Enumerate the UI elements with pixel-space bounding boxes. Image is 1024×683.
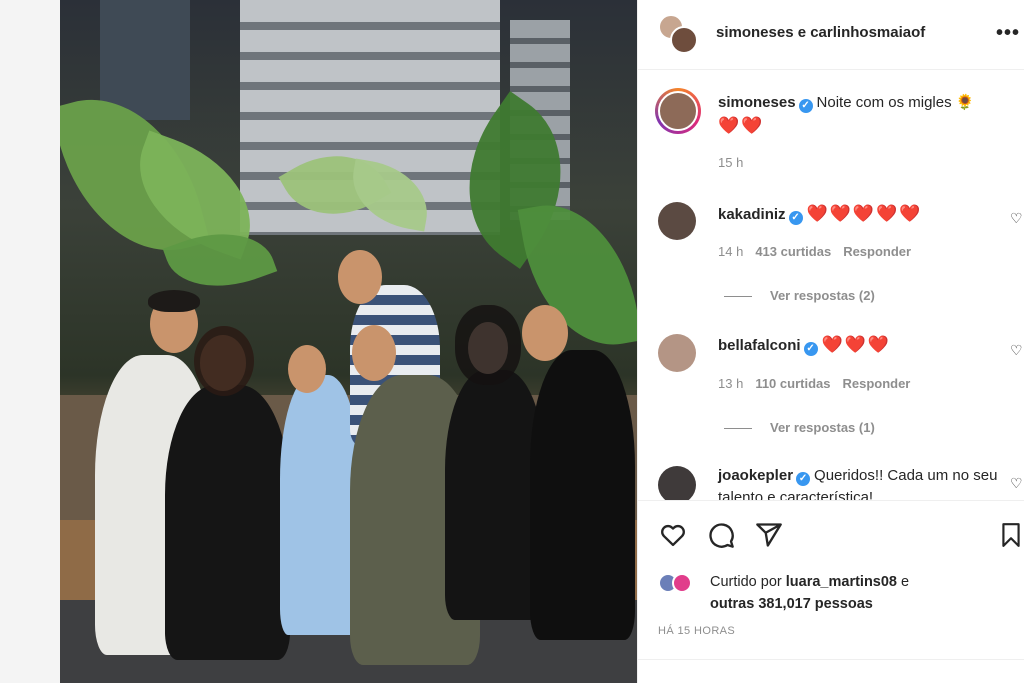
post-authors[interactable]: simoneses e carlinhosmaiaof bbox=[716, 24, 925, 41]
avatar bbox=[670, 26, 698, 54]
comment-text: ❤️❤️❤️ bbox=[821, 335, 892, 354]
comment-avatar[interactable] bbox=[658, 466, 696, 500]
replies-line bbox=[724, 296, 752, 298]
comments-section[interactable]: simoneses ✓ Noite com os migles 🌻 ❤️❤️ 15 … bbox=[638, 70, 1024, 500]
verified-badge-icon: ✓ bbox=[796, 472, 811, 486]
send-icon[interactable] bbox=[754, 521, 784, 549]
bookmark-icon[interactable] bbox=[998, 521, 1024, 549]
post-sidebar: simoneses e carlinhosmaiaof ••• simonese… bbox=[637, 0, 1024, 683]
comment-heart-icon[interactable]: ♡ bbox=[1010, 210, 1023, 227]
comment-text: ❤️❤️❤️❤️❤️ bbox=[806, 204, 923, 223]
comment-likes[interactable]: 110 curtidas bbox=[755, 376, 830, 391]
person-hair bbox=[194, 326, 254, 396]
person-head bbox=[352, 325, 396, 381]
verified-badge-icon: ✓ bbox=[788, 211, 803, 225]
comment-username[interactable]: joaokepler bbox=[718, 467, 793, 484]
comment: bellafalconi ✓ ❤️❤️❤️ bbox=[718, 334, 891, 357]
caption-text: Noite com os migles 🌻 bbox=[816, 94, 975, 111]
building-bg bbox=[100, 0, 190, 120]
person-hair bbox=[455, 305, 521, 385]
instagram-post-view: simoneses e carlinhosmaiaof ••• simonese… bbox=[0, 0, 1024, 683]
more-horizontal-icon[interactable]: ••• bbox=[996, 22, 1020, 45]
comment-likes[interactable]: 413 curtidas bbox=[755, 244, 831, 259]
reply-button[interactable]: Responder bbox=[842, 376, 910, 391]
comment-icon[interactable] bbox=[706, 521, 736, 549]
avatar bbox=[672, 573, 692, 593]
view-replies-button[interactable]: Ver respostas (1) bbox=[724, 420, 875, 435]
reply-button[interactable]: Responder bbox=[843, 244, 911, 259]
person-head bbox=[522, 305, 568, 361]
liked-by-avatars[interactable] bbox=[658, 573, 692, 593]
replies-line bbox=[724, 428, 752, 430]
caption-time: 15 h bbox=[718, 155, 744, 170]
comment-meta: 13 h 110 curtidas Responder bbox=[718, 376, 922, 391]
caption: simoneses ✓ Noite com os migles 🌻 bbox=[718, 92, 974, 114]
comment: kakadiniz ✓ ❤️❤️❤️❤️❤️ bbox=[718, 203, 922, 226]
comment-heart-icon[interactable]: ♡ bbox=[1010, 342, 1023, 359]
person bbox=[530, 350, 635, 640]
comment-meta: 14 h 413 curtidas Responder bbox=[718, 244, 923, 259]
caption-hearts: ❤️❤️ bbox=[718, 116, 765, 135]
liked-by-user[interactable]: luara_martins08 bbox=[786, 574, 897, 590]
heart-outline-icon[interactable] bbox=[658, 521, 688, 549]
verified-badge-icon: ✓ bbox=[803, 342, 818, 356]
person-hair bbox=[148, 290, 200, 312]
liked-by-others[interactable]: outras 381,017 pessoas bbox=[710, 596, 873, 612]
divider bbox=[638, 659, 1024, 660]
view-replies-button[interactable]: Ver respostas (2) bbox=[724, 288, 875, 303]
post-timestamp: HÁ 15 HORAS bbox=[658, 625, 736, 637]
person bbox=[165, 385, 290, 660]
comment-username[interactable]: kakadiniz bbox=[718, 206, 786, 223]
liked-by-text: Curtido por luara_martins08 e outras 381… bbox=[710, 574, 910, 612]
post-photo[interactable] bbox=[60, 0, 637, 683]
comment-avatar[interactable] bbox=[658, 334, 696, 372]
caption-username[interactable]: simoneses bbox=[718, 94, 796, 111]
person-head bbox=[288, 345, 326, 393]
person bbox=[280, 375, 360, 635]
post-header: simoneses e carlinhosmaiaof ••• bbox=[638, 0, 1024, 70]
post-actions: Curtido por luara_martins08 e outras 381… bbox=[638, 500, 1024, 683]
comment-heart-icon[interactable]: ♡ bbox=[1010, 475, 1023, 492]
comment-username[interactable]: bellafalconi bbox=[718, 337, 801, 354]
person-head bbox=[338, 250, 382, 304]
comment-time: 13 h bbox=[718, 376, 744, 391]
verified-badge-icon: ✓ bbox=[798, 99, 813, 113]
caption-avatar[interactable] bbox=[655, 88, 701, 134]
comment: joaokepler ✓ Queridos!! Cada um no seu tal… bbox=[718, 465, 1008, 500]
comment-avatar[interactable] bbox=[658, 202, 696, 240]
collab-avatars[interactable] bbox=[658, 14, 698, 54]
comment-time: 14 h bbox=[718, 244, 744, 259]
